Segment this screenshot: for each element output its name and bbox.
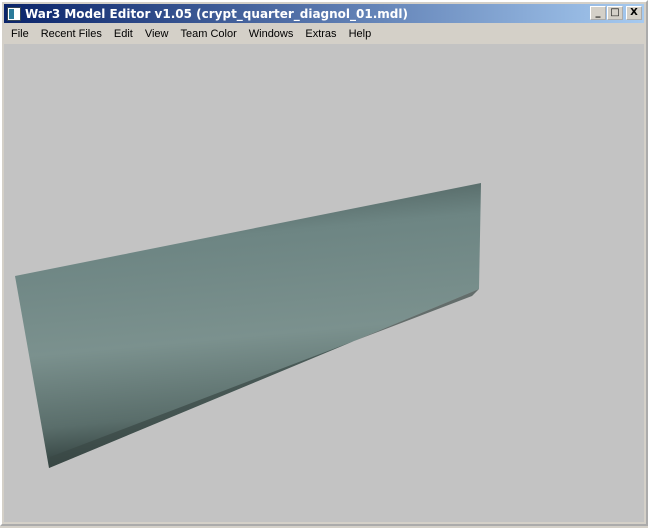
main-window: War3 Model Editor v1.05 (crypt_quarter_d… bbox=[0, 0, 648, 526]
crypt-wall-mesh bbox=[15, 183, 481, 468]
model-render bbox=[15, 183, 481, 468]
